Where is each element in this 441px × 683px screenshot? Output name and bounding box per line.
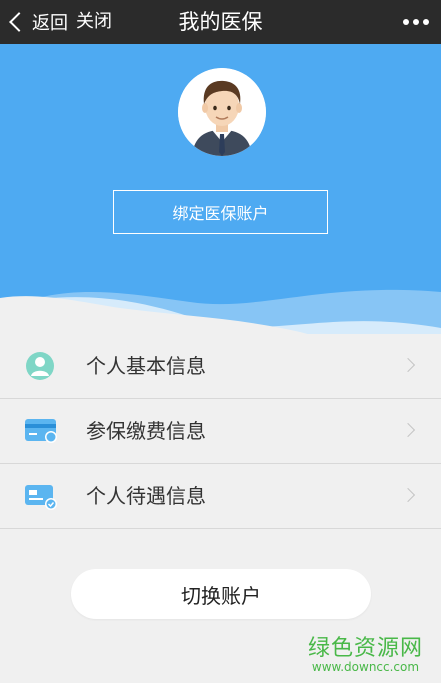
hero-banner: 绑定医保账户 — [0, 44, 441, 340]
person-icon — [26, 352, 54, 380]
chevron-right-icon — [400, 357, 416, 373]
menu-item-label: 参保缴费信息 — [86, 419, 206, 443]
info-menu-list: 个人基本信息 参保缴费信息 个人待遇信息 — [0, 334, 441, 529]
avatar — [178, 68, 266, 156]
chevron-right-icon — [400, 422, 416, 438]
chevron-right-icon — [400, 487, 416, 503]
menu-item-payment-info[interactable]: 参保缴费信息 — [0, 399, 441, 464]
wave-decoration — [0, 290, 441, 340]
more-dot-icon — [423, 19, 429, 25]
top-navigation-bar: 返回 关闭 我的医保 — [0, 0, 441, 44]
more-dot-icon — [403, 19, 409, 25]
menu-item-label: 个人待遇信息 — [86, 484, 206, 508]
watermark: 绿色资源网 www.downcc.com — [308, 630, 423, 674]
more-dot-icon — [413, 19, 419, 25]
watermark-title: 绿色资源网 — [307, 636, 423, 661]
menu-item-personal-info[interactable]: 个人基本信息 — [0, 334, 441, 399]
watermark-url: www.downcc.com — [311, 660, 420, 674]
bind-account-button[interactable]: 绑定医保账户 — [113, 190, 328, 234]
card-icon — [25, 419, 57, 443]
user-avatar-icon — [178, 68, 266, 156]
switch-account-button[interactable]: 切换账户 — [71, 569, 371, 619]
card-check-icon — [25, 485, 57, 510]
menu-item-benefit-info[interactable]: 个人待遇信息 — [0, 464, 441, 529]
page-title: 我的医保 — [178, 10, 263, 34]
more-menu-button[interactable] — [403, 19, 429, 25]
menu-item-label: 个人基本信息 — [86, 354, 206, 378]
